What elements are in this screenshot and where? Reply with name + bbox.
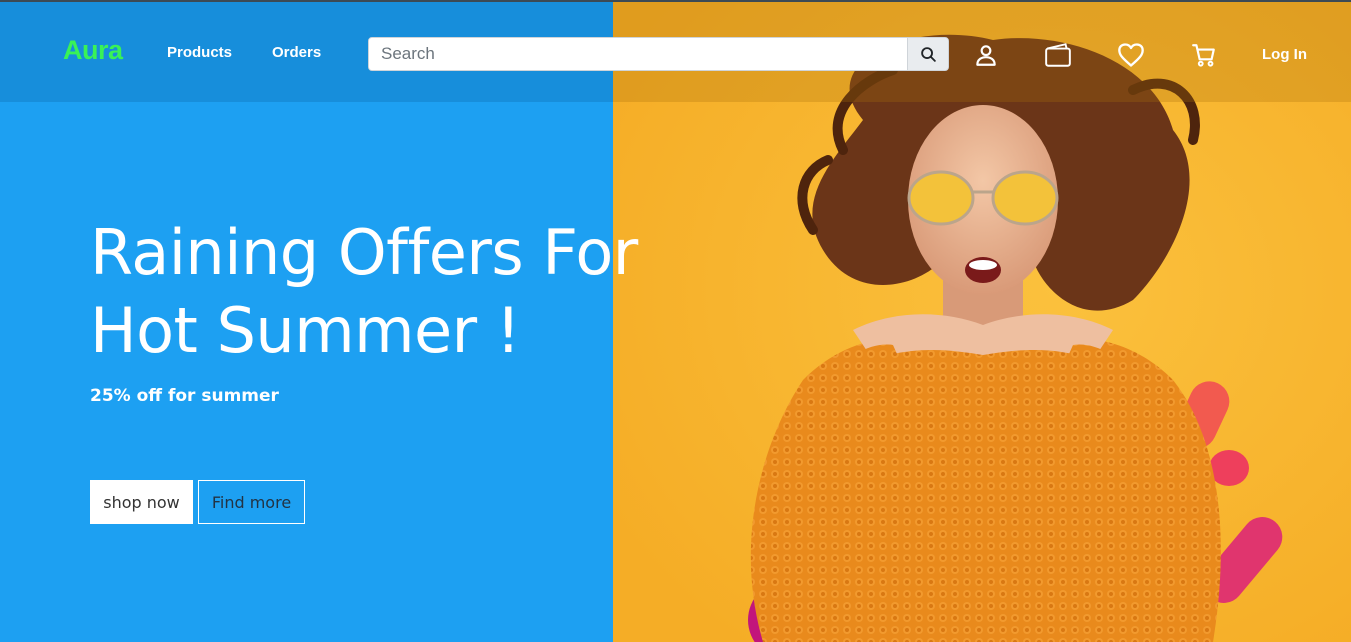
shop-now-button[interactable]: shop now [90,480,193,524]
search-input[interactable] [369,38,908,70]
top-navbar: Aura Products Orders Search Log In [0,0,1351,102]
login-link[interactable]: Log In [1262,46,1307,63]
wishlist-button[interactable] [1116,40,1146,70]
wallet-button[interactable] [1043,40,1073,70]
find-more-button[interactable]: Find more [198,480,305,524]
account-button[interactable] [971,40,1001,70]
user-icon [976,45,996,66]
search-bar [368,37,949,71]
heart-icon [1118,43,1144,67]
nav-link-products[interactable]: Products [167,44,232,61]
hero-headline: Raining Offers For Hot Summer ! [90,214,638,370]
hero-headline-line-1: Raining Offers For [90,216,638,289]
cart-icon [1192,44,1215,67]
search-button[interactable] [907,38,948,70]
brand-logo[interactable]: Aura [63,35,123,66]
nav-link-orders[interactable]: Orders [272,44,321,61]
search-icon [920,46,936,62]
hero-headline-line-2: Hot Summer ! [90,294,521,367]
hero-subline: 25% off for summer [90,386,279,406]
wallet-icon [1045,43,1071,67]
cart-button[interactable] [1189,40,1219,70]
